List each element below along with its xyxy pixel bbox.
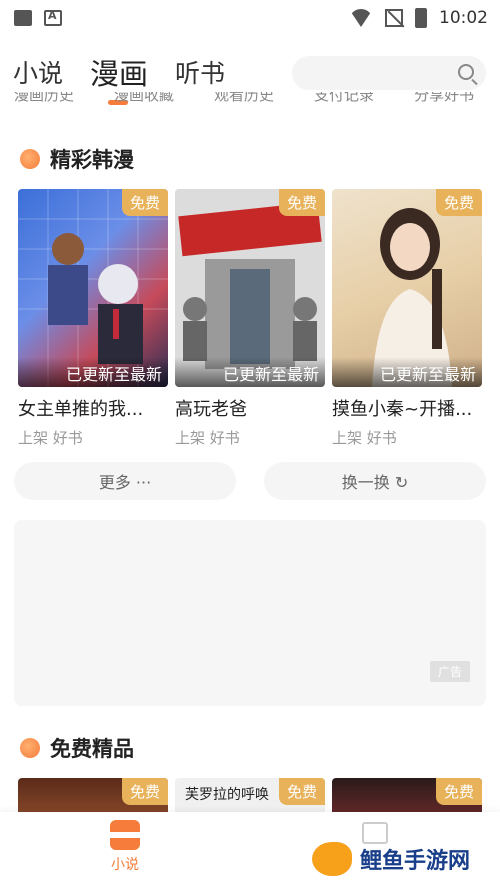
comic-card[interactable]: 免费 已更新至最新 女主单推的我... 上架 好书 <box>18 189 168 448</box>
tab-novel[interactable]: 小说 <box>13 54 63 90</box>
comic-title[interactable]: 高玩老爸 <box>175 395 325 421</box>
comic-meta: 上架 好书 <box>175 429 240 447</box>
subnav-item[interactable]: 支付记录 <box>314 92 374 104</box>
book-icon <box>110 820 140 850</box>
bottom-nav-label: 小说 <box>111 857 139 873</box>
free-badge: 免费 <box>121 189 168 216</box>
wifi-icon <box>349 9 373 27</box>
subnav-item[interactable]: 分享好书 <box>414 92 474 104</box>
update-status: 已更新至最新 <box>18 357 168 387</box>
tab-comic[interactable]: 漫画 <box>90 51 149 105</box>
comic-card[interactable]: 免费 已更新至最新 摸鱼小秦~开播... 上架 好书 <box>332 189 482 448</box>
watermark-logo: 鲤鱼手游网 <box>312 842 470 876</box>
cover-title: 芙罗拉的呼唤 <box>185 787 269 803</box>
no-signal-icon <box>385 9 403 27</box>
search-input[interactable] <box>292 56 486 90</box>
comic-meta: 上架 好书 <box>332 429 397 447</box>
section-title-korean-comics: 精彩韩漫 <box>20 144 134 174</box>
comic-meta: 上架 好书 <box>18 429 83 447</box>
refresh-button[interactable]: 换一换 ↻ <box>264 462 486 500</box>
tab-audiobook[interactable]: 听书 <box>175 54 225 90</box>
app-notification-icon <box>44 9 62 26</box>
section-dot-icon <box>20 149 40 169</box>
subnav-item[interactable]: 漫画收藏 <box>114 92 174 104</box>
section-title-text: 精彩韩漫 <box>50 148 134 172</box>
battery-icon <box>415 8 427 28</box>
comic-title[interactable]: 摸鱼小秦~开播... <box>332 395 482 421</box>
fish-logo-icon <box>312 842 352 876</box>
status-bar: 10:02 <box>0 0 500 36</box>
free-badge: 免费 <box>435 778 482 805</box>
update-status: 已更新至最新 <box>175 357 325 387</box>
search-icon[interactable] <box>458 64 474 80</box>
subnav-item[interactable]: 漫画历史 <box>14 92 74 104</box>
watermark-text: 鲤鱼手游网 <box>360 849 471 874</box>
gift-icon[interactable] <box>362 822 388 844</box>
comic-cover[interactable]: 免费 已更新至最新 <box>175 189 325 387</box>
comic-cover[interactable]: 免费 已更新至最新 <box>332 189 482 387</box>
free-badge: 免费 <box>435 189 482 216</box>
free-badge: 免费 <box>278 778 325 805</box>
ad-banner[interactable]: 广告 <box>14 520 486 706</box>
comic-card[interactable]: 免费 已更新至最新 高玩老爸 上架 好书 <box>175 189 325 448</box>
update-status: 已更新至最新 <box>332 357 482 387</box>
section-title-free-picks: 免费精品 <box>20 733 134 763</box>
comic-title[interactable]: 女主单推的我... <box>18 395 168 421</box>
section-title-text: 免费精品 <box>50 737 134 761</box>
bottom-nav-novel[interactable]: 小说 <box>75 820 175 874</box>
subnav-item[interactable]: 观看历史 <box>214 92 274 104</box>
sub-nav: 漫画历史 漫画收藏 观看历史 支付记录 分享好书 <box>0 92 500 108</box>
ad-label: 广告 <box>429 661 470 682</box>
more-button[interactable]: 更多 ··· <box>14 462 236 500</box>
comic-cover[interactable]: 免费 已更新至最新 <box>18 189 168 387</box>
status-time: 10:02 <box>439 8 488 28</box>
tab-comic-label: 漫画 <box>90 57 149 91</box>
section-dot-icon <box>20 738 40 758</box>
free-badge: 免费 <box>278 189 325 216</box>
image-notification-icon <box>14 10 32 26</box>
free-badge: 免费 <box>121 778 168 805</box>
